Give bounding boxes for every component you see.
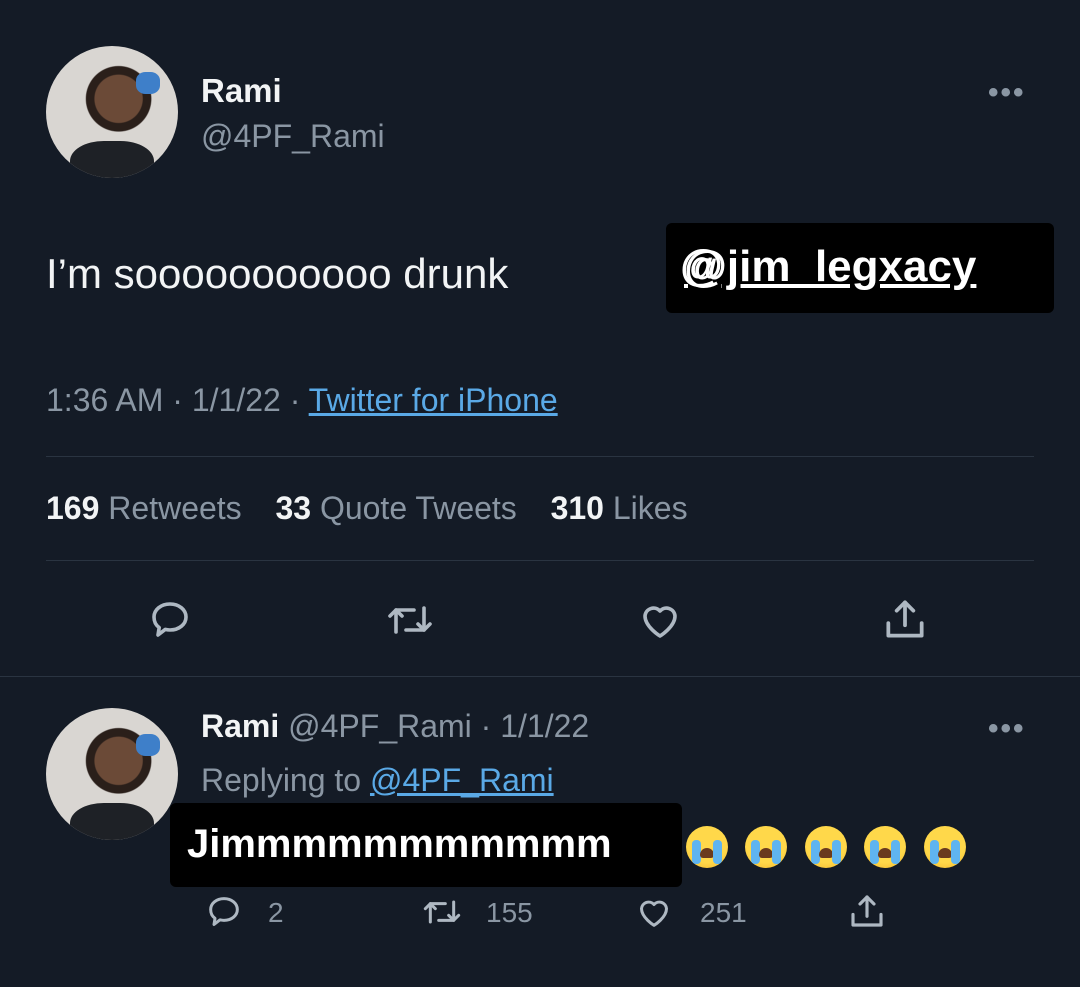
quotes-stat[interactable]: 33 Quote Tweets [275,490,516,526]
reply-count: 2 [268,897,284,928]
reply-header: Rami @4PF_Rami · 1/1/22 [201,708,590,744]
tweet-time: 1:36 AM [46,382,164,418]
retweet-icon[interactable] [384,596,436,644]
reply-author-avatar[interactable] [46,708,178,840]
loudly-crying-emoji [745,826,788,868]
reply-author-name[interactable]: Rami [201,708,279,744]
reply-icon[interactable] [204,892,244,932]
reply-icon[interactable] [146,596,194,644]
username-sticker: @ @jim_legxacy [666,223,1054,313]
tweet-text: I’m sooooooooooo drunk [46,250,509,297]
likes-stat[interactable]: 310 Likes [551,490,688,526]
replying-to: Replying to @4PF_Rami [201,762,554,799]
reply-text: Jimmmmmmmmmmm [187,822,612,866]
tweet-meta: 1:36 AM · 1/1/22 · Twitter for iPhone [46,382,558,418]
more-options-button[interactable]: ••• [988,76,1026,110]
reply-text-sticker: Jimmmmmmmmmmm [170,803,682,887]
emoji-row [686,826,979,873]
tweet-date: 1/1/22 [191,382,281,418]
divider [0,676,1080,677]
divider [46,456,1034,457]
share-icon[interactable] [846,890,888,932]
loudly-crying-emoji [804,826,847,868]
retweets-stat[interactable]: 169 Retweets [46,490,242,526]
reply-more-options-button[interactable]: ••• [988,712,1026,746]
author-avatar[interactable] [46,46,178,178]
heart-icon[interactable] [634,596,686,644]
retweet-count: 155 [486,897,533,928]
replying-to-prefix: Replying to [201,762,362,798]
like-count: 251 [700,897,747,928]
loudly-crying-emoji [686,826,728,868]
sticker-text: @jim_legxacy [684,242,977,291]
heart-icon[interactable] [632,892,676,932]
tweet-stats: 169 Retweets 33 Quote Tweets 310 Likes [46,490,688,527]
divider [46,560,1034,561]
reply-author-handle[interactable]: @4PF_Rami [288,708,472,744]
retweet-icon[interactable] [420,892,464,932]
reply-date[interactable]: 1/1/22 [500,708,589,744]
author-name[interactable]: Rami [201,72,282,110]
replying-to-handle[interactable]: @4PF_Rami [370,762,554,798]
loudly-crying-emoji [923,826,966,868]
loudly-crying-emoji [864,826,907,868]
tweet-source-link[interactable]: Twitter for iPhone [309,382,558,418]
share-icon[interactable] [880,594,930,644]
author-handle[interactable]: @4PF_Rami [201,118,385,155]
